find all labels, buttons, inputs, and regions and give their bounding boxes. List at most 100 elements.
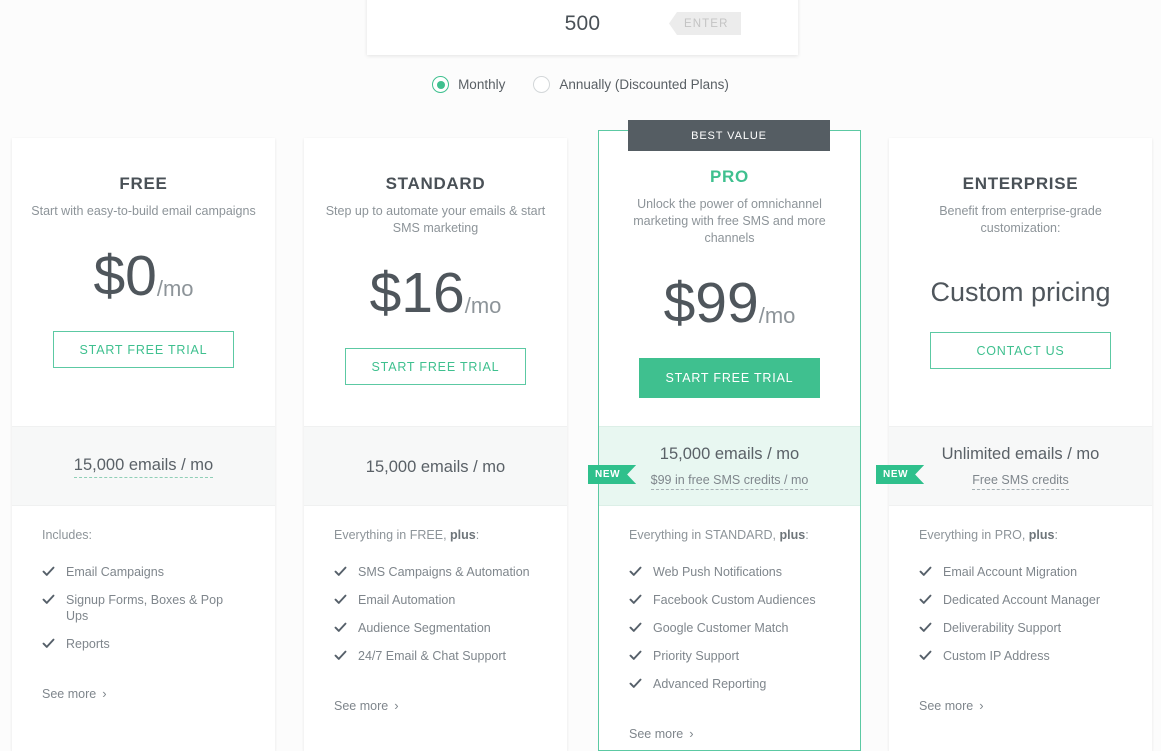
start-free-trial-button[interactable]: START FREE TRIAL — [53, 331, 234, 368]
plan-sms-credits[interactable]: Free SMS credits — [972, 473, 1069, 490]
plan-price: $16 /mo — [304, 265, 567, 322]
plan-features: Everything in STANDARD, plus: Web Push N… — [599, 528, 860, 743]
feature-label: Audience Segmentation — [358, 621, 491, 635]
start-free-trial-button[interactable]: START FREE TRIAL — [345, 348, 526, 385]
feature-label: Google Customer Match — [653, 621, 789, 635]
billing-option-monthly[interactable]: Monthly — [432, 76, 505, 93]
check-icon — [334, 621, 347, 634]
plan-sms-credits[interactable]: $99 in free SMS credits / mo — [650, 473, 809, 490]
feature-item: Dedicated Account Manager — [919, 592, 1122, 608]
check-icon — [919, 621, 932, 634]
feature-item: Signup Forms, Boxes & Pop Ups — [42, 592, 245, 624]
contacts-input-panel: 500 ENTER — [367, 0, 798, 55]
plan-email-quota: 15,000 emails / mo — [659, 444, 800, 463]
feature-label: Advanced Reporting — [653, 677, 767, 691]
plan-price-unit: /mo — [758, 303, 796, 328]
feature-label: Signup Forms, Boxes & Pop Ups — [66, 593, 224, 623]
plan-card-pro[interactable]: PRO Unlock the power of omnichannel mark… — [598, 130, 861, 751]
feature-item: Priority Support — [629, 648, 830, 664]
see-more-link[interactable]: See more › — [629, 726, 694, 741]
features-title-suffix: : — [1054, 528, 1058, 542]
feature-item: Facebook Custom Audiences — [629, 592, 830, 608]
best-value-badge: BEST VALUE — [628, 120, 830, 151]
check-icon — [42, 565, 55, 578]
billing-option-annually[interactable]: Annually (Discounted Plans) — [533, 76, 729, 93]
check-icon — [629, 593, 642, 606]
check-icon — [334, 649, 347, 662]
features-title-bold: plus — [450, 528, 476, 542]
plan-description: Unlock the power of omnichannel marketin… — [633, 197, 826, 245]
features-title-prefix: Includes: — [42, 528, 93, 542]
feature-label: Web Push Notifications — [653, 565, 782, 579]
feature-label: Priority Support — [653, 649, 740, 663]
plan-features: Includes: Email Campaigns Signup Forms, … — [12, 528, 275, 703]
plan-price-unit: /mo — [156, 276, 194, 301]
plan-price-amount: $0 — [93, 244, 157, 308]
plan-features: Everything in PRO, plus: Email Account M… — [889, 528, 1152, 715]
feature-label: Email Campaigns — [66, 565, 164, 579]
plan-cta-wrap: START FREE TRIAL — [12, 331, 275, 368]
feature-label: 24/7 Email & Chat Support — [358, 649, 506, 663]
plan-email-quota: 15,000 emails / mo — [365, 457, 506, 476]
pricing-cards: BEST VALUE FREE Start with easy-to-build… — [0, 120, 1161, 751]
feature-item: Email Automation — [334, 592, 537, 608]
plan-email-quota[interactable]: 15,000 emails / mo — [73, 456, 214, 478]
feature-item: Web Push Notifications — [629, 564, 830, 580]
feature-list: SMS Campaigns & Automation Email Automat… — [334, 564, 537, 664]
see-more-link[interactable]: See more › — [334, 698, 399, 713]
features-title-prefix: Everything in STANDARD, — [629, 528, 780, 542]
enter-button[interactable]: ENTER — [669, 12, 742, 35]
start-free-trial-button[interactable]: START FREE TRIAL — [639, 358, 820, 398]
check-icon — [629, 565, 642, 578]
feature-item: Audience Segmentation — [334, 620, 537, 636]
feature-label: Deliverability Support — [943, 621, 1062, 635]
plan-cta-wrap: CONTACT US — [889, 332, 1152, 369]
plan-features-title: Everything in FREE, plus: — [334, 528, 537, 542]
plan-quota-band: 15,000 emails / mo — [12, 426, 275, 506]
feature-list: Web Push Notifications Facebook Custom A… — [629, 564, 830, 692]
features-title-prefix: Everything in FREE, — [334, 528, 451, 542]
feature-label: Facebook Custom Audiences — [653, 593, 816, 607]
feature-label: SMS Campaigns & Automation — [358, 565, 530, 579]
see-more-link[interactable]: See more › — [42, 686, 107, 701]
check-icon — [919, 593, 932, 606]
plan-card-free[interactable]: FREE Start with easy-to-build email camp… — [12, 138, 275, 751]
see-more-label: See more — [334, 698, 389, 713]
plan-price-amount: Custom pricing — [930, 277, 1111, 307]
plan-card-standard[interactable]: STANDARD Step up to automate your emails… — [304, 138, 567, 751]
see-more-link[interactable]: See more › — [919, 698, 984, 713]
check-icon — [629, 677, 642, 690]
chevron-right-icon: › — [689, 726, 694, 741]
plan-card-enterprise[interactable]: ENTERPRISE Benefit from enterprise-grade… — [889, 138, 1152, 751]
feature-item: Email Account Migration — [919, 564, 1122, 580]
plan-email-quota: Unlimited emails / mo — [941, 444, 1100, 463]
plan-quota-band: 15,000 emails / mo — [304, 426, 567, 506]
chevron-right-icon: › — [979, 698, 984, 713]
plan-cta-wrap: START FREE TRIAL — [304, 348, 567, 385]
contact-us-button[interactable]: CONTACT US — [930, 332, 1111, 369]
plan-features-title: Everything in PRO, plus: — [919, 528, 1122, 542]
plan-name: PRO — [710, 167, 749, 186]
plan-name: FREE — [119, 174, 168, 193]
new-badge: NEW — [588, 465, 636, 484]
check-icon — [334, 565, 347, 578]
chevron-right-icon: › — [394, 698, 399, 713]
features-title-prefix: Everything in PRO, — [919, 528, 1029, 542]
check-icon — [629, 621, 642, 634]
features-title-bold: plus — [1028, 528, 1055, 542]
check-icon — [42, 637, 55, 650]
plan-quota-band: Unlimited emails / mo Free SMS credits N… — [889, 426, 1152, 506]
feature-label: Custom IP Address — [943, 649, 1050, 663]
see-more-label: See more — [42, 686, 97, 701]
billing-option-monthly-label: Monthly — [458, 77, 506, 92]
plan-features-title: Includes: — [42, 528, 245, 542]
plan-quota-band: 15,000 emails / mo $99 in free SMS credi… — [599, 426, 860, 506]
feature-label: Dedicated Account Manager — [943, 593, 1101, 607]
plan-price-unit: /mo — [464, 293, 502, 318]
feature-item: Custom IP Address — [919, 648, 1122, 664]
radio-selected-icon — [432, 76, 450, 93]
check-icon — [334, 593, 347, 606]
feature-item: Google Customer Match — [629, 620, 830, 636]
plan-name: ENTERPRISE — [962, 174, 1079, 193]
radio-unselected-icon — [533, 76, 551, 93]
